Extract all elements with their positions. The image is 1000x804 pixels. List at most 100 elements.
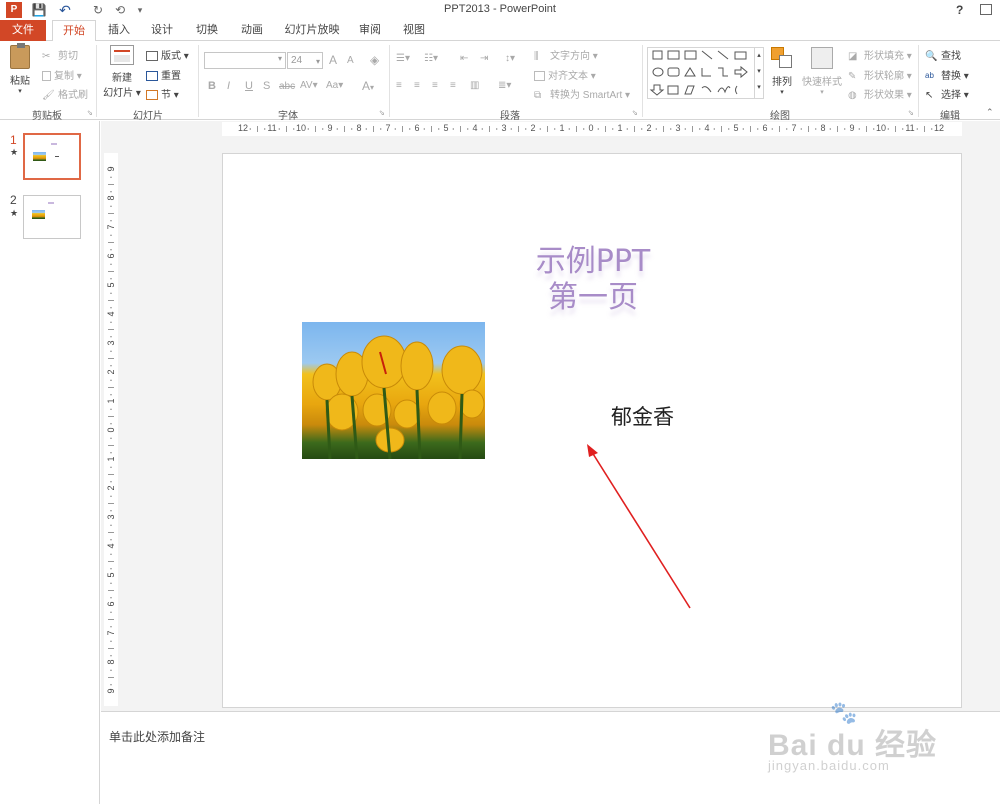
section-button[interactable]: 节 ▾ (146, 86, 179, 101)
paste-button[interactable]: 粘贴 ▾ (6, 43, 34, 95)
text-direction-icon: ⫼ (534, 50, 539, 62)
thumbnail-image (32, 210, 45, 219)
collapse-ribbon-icon[interactable]: ⌃ (986, 107, 994, 118)
align-text-button[interactable]: 对齐文本 ▾ (534, 67, 596, 82)
ruler-label: 2 (106, 369, 116, 375)
slide-canvas[interactable]: 示例PPT 第一页 郁金香 (222, 153, 962, 708)
font-dialog-launcher-icon[interactable]: ⬂ (379, 109, 385, 117)
thumbnail-number: 1 (10, 133, 17, 147)
align-right-button[interactable]: ≡ (432, 80, 438, 91)
align-left-button[interactable]: ≡ (396, 80, 402, 91)
tab-slide-show[interactable]: 幻灯片放映 (282, 20, 342, 41)
tab-animations[interactable]: 动画 (236, 20, 268, 41)
select-button[interactable]: ↖ 选择 ▾ (925, 86, 969, 101)
tab-file[interactable]: 文件 (0, 20, 46, 41)
font-name-box[interactable]: ▾ (204, 52, 286, 69)
window-title: PPT2013 - PowerPoint (444, 3, 556, 15)
tab-design[interactable]: 设计 (146, 20, 178, 41)
numbering-button[interactable]: ☷▾ (424, 53, 438, 64)
shadow-button[interactable]: S (263, 80, 270, 92)
italic-button[interactable]: I (227, 80, 230, 92)
drawing-dialog-launcher-icon[interactable]: ⬂ (908, 109, 914, 117)
font-size-box[interactable]: 24 ▾ (287, 52, 323, 69)
ruler-label: 10 (295, 123, 306, 133)
notes-placeholder[interactable]: 单击此处添加备注 (109, 728, 205, 745)
convert-smartart-button[interactable]: ⧉ 转换为 SmartArt ▾ (534, 86, 630, 101)
paintbrush-icon: 🖌 (42, 89, 55, 101)
shape-fill-button[interactable]: ◪ 形状填充 ▾ (848, 47, 912, 62)
horizontal-ruler[interactable]: 12 11 10 9 8 7 6 5 4 3 2 1 0 1 2 3 4 5 6 7 8 9 10 11 12 (222, 122, 962, 136)
tulip-image[interactable] (302, 322, 485, 459)
font-color-button[interactable]: A▾ (362, 79, 374, 93)
layout-button[interactable]: 版式 ▾ (146, 47, 189, 62)
decrease-indent-button[interactable]: ⇤ (460, 53, 468, 64)
grow-font-button[interactable]: A (329, 53, 337, 67)
reset-button[interactable]: 重置 (146, 67, 181, 82)
tab-view[interactable]: 视图 (398, 20, 430, 41)
columns-button[interactable]: ▥ (470, 80, 479, 91)
strikethrough-button[interactable]: abc (279, 81, 295, 92)
paragraph-dialog-launcher-icon[interactable]: ⬂ (632, 109, 638, 117)
ribbon-display-options-icon[interactable] (980, 4, 992, 15)
ruler-label: 9 (106, 688, 116, 694)
tab-transitions[interactable]: 切换 (191, 20, 223, 41)
slide-thumbnail-2[interactable] (23, 195, 81, 239)
quick-styles-button[interactable]: 快速样式 ▾ (800, 47, 844, 96)
ruler-label: 11 (905, 123, 915, 133)
clipboard-icon (10, 43, 30, 69)
replace-button[interactable]: ab 替换 ▾ (925, 67, 969, 82)
justify-button[interactable]: ≡ (450, 80, 456, 91)
cut-button[interactable]: ✂ 剪切 (42, 47, 78, 62)
change-case-button[interactable]: Aa▾ (326, 80, 343, 91)
line-spacing-button[interactable]: ↕▾ (505, 53, 515, 64)
clipboard-dialog-launcher-icon[interactable]: ⬂ (87, 109, 93, 117)
format-painter-button[interactable]: 🖌 格式刷 (42, 86, 88, 101)
binoculars-icon: 🔍 (925, 50, 938, 62)
group-label-paragraph: 段落 (500, 111, 520, 122)
align-center-button[interactable]: ≡ (414, 80, 420, 91)
ruler-label: 6 (106, 601, 116, 607)
bullets-button[interactable]: ☰▾ (396, 53, 410, 64)
title-bar: P 💾 ↶ ↻ ⟲ ▾ PPT2013 - PowerPoint ? (0, 0, 1000, 20)
find-button[interactable]: 🔍 查找 (925, 47, 961, 62)
ruler-label: 5 (733, 123, 739, 133)
slide-thumbnail-pane: 1 ★ 2 ★ (0, 121, 100, 804)
arrange-button[interactable]: 排列 ▾ (770, 47, 794, 96)
slide-thumbnail-1[interactable] (23, 133, 81, 180)
ruler-label: 3 (106, 340, 116, 346)
caption-text[interactable]: 郁金香 (611, 401, 674, 431)
shape-outline-button[interactable]: ✎ 形状轮廓 ▾ (848, 67, 912, 82)
animation-star-icon: ★ (10, 147, 19, 157)
copy-button[interactable]: 复制 ▾ (42, 67, 82, 82)
ruler-label: 6 (414, 123, 420, 133)
tab-insert[interactable]: 插入 (104, 20, 134, 41)
character-spacing-button[interactable]: AV▾ (300, 80, 318, 91)
ruler-label: 9 (106, 166, 116, 172)
underline-button[interactable]: U (245, 80, 253, 92)
animation-star-icon: ★ (10, 208, 19, 218)
align-text-baseline-button[interactable]: ≣▾ (498, 80, 511, 91)
slide-title-line-2: 第一页 (548, 280, 638, 315)
slide-title[interactable]: 示例PPT 第一页 (513, 244, 673, 316)
shapes-gallery[interactable]: ▴ ▾ ▾ (647, 47, 764, 99)
clear-formatting-icon[interactable]: ◈ (370, 53, 379, 67)
watermark-url: jingyan.baidu.com (768, 758, 890, 773)
shape-effects-button[interactable]: ◍ 形状效果 ▾ (848, 86, 912, 101)
vertical-ruler[interactable]: 9 8 7 6 5 4 3 2 1 0 1 2 3 4 5 6 7 8 9 (104, 153, 118, 706)
text-direction-button[interactable]: ⫼ 文字方向 ▾ (534, 47, 598, 62)
tab-review[interactable]: 审阅 (354, 20, 386, 41)
group-label-font: 字体 (278, 111, 298, 122)
increase-indent-button[interactable]: ⇥ (480, 53, 488, 64)
thumbnail-title (48, 202, 54, 204)
ruler-label: 0 (588, 123, 594, 133)
ruler-label: 2 (646, 123, 652, 133)
help-button[interactable]: ? (956, 3, 963, 17)
new-slide-button[interactable]: 新建 幻灯片 ▾ (102, 45, 142, 103)
tab-home[interactable]: 开始 (52, 20, 96, 42)
shrink-font-button[interactable]: A (347, 55, 354, 66)
smartart-icon: ⧉ (534, 89, 542, 101)
bold-button[interactable]: B (208, 80, 216, 92)
reset-icon (146, 71, 158, 82)
replace-icon: ab (925, 70, 934, 80)
layout-icon (146, 51, 158, 62)
